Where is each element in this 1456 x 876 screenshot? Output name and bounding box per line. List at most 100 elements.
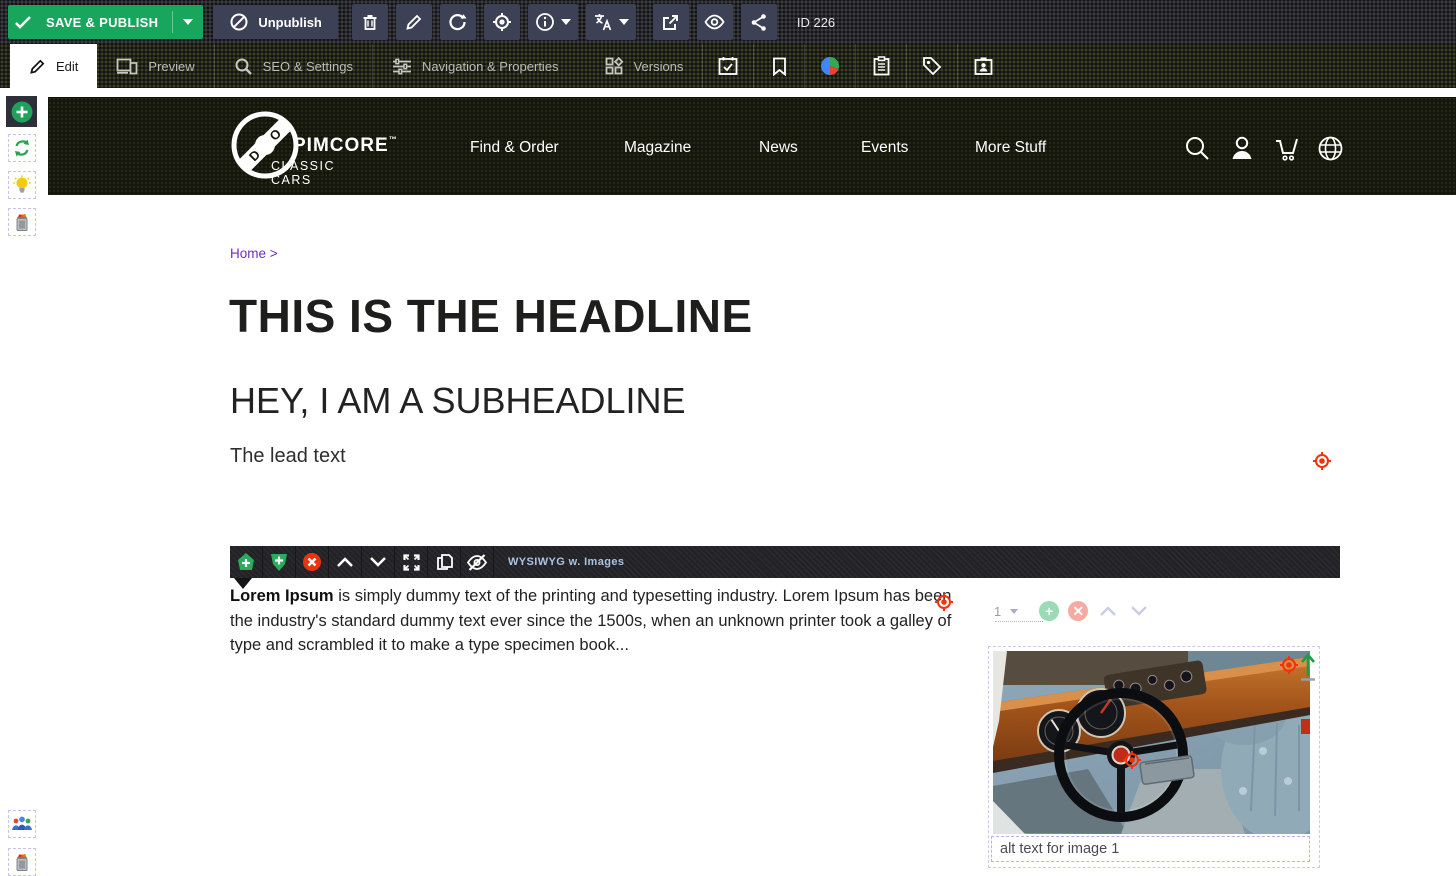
wysiwyg-paragraph[interactable]: Lorem Ipsum is simply dummy text of the … <box>230 584 957 658</box>
crosshair-icon[interactable] <box>1312 451 1332 471</box>
add-block-below-icon <box>269 552 289 572</box>
globe-icon <box>1317 135 1344 162</box>
rename-button[interactable] <box>396 4 432 40</box>
calendar-check-icon <box>718 56 738 76</box>
info-dropdown-button[interactable] <box>528 4 578 40</box>
open-in-new-button[interactable] <box>653 4 689 40</box>
copy-block-button[interactable] <box>428 546 461 578</box>
tab-edit-label: Edit <box>56 59 78 74</box>
logo-name: PIMCORE™ <box>293 135 398 157</box>
translate-dropdown-button[interactable] <box>586 4 636 40</box>
app-logger-button[interactable] <box>958 44 1008 88</box>
locate-in-tree-button[interactable] <box>484 4 520 40</box>
nav-events[interactable]: Events <box>861 139 908 157</box>
site-language-button[interactable] <box>1317 135 1344 167</box>
reload-button[interactable] <box>440 4 476 40</box>
users-icon <box>11 815 33 833</box>
notes-events-button[interactable] <box>856 44 906 88</box>
clipboard-icon <box>873 56 890 76</box>
preview-eye-button[interactable] <box>697 4 733 40</box>
remove-image-block-button[interactable]: ✕ <box>1068 601 1088 621</box>
unpublish-button[interactable]: Unpublish <box>213 5 338 39</box>
image-index-value[interactable]: 1 <box>994 604 1001 619</box>
caret-down-icon[interactable] <box>173 19 203 25</box>
hide-icon <box>466 553 488 572</box>
expand-editor-button[interactable] <box>395 546 428 578</box>
lightbulb-icon <box>12 175 32 195</box>
versions-grid-icon <box>605 57 624 76</box>
page-subheadline[interactable]: HEY, I AM A SUBHEADLINE <box>230 380 686 422</box>
eye-icon <box>704 14 725 30</box>
bookmark-button[interactable] <box>754 44 804 88</box>
upload-arrow-icon[interactable] <box>1299 652 1317 682</box>
lead-text[interactable]: The lead text <box>230 445 346 468</box>
caret-down-icon <box>561 19 571 25</box>
recycle-icon <box>12 138 32 158</box>
crosshair-icon[interactable] <box>1279 655 1299 675</box>
shared-users-button[interactable] <box>8 810 36 838</box>
site-logo[interactable]: DEMO PIMCORE™ CLASSIC CARS <box>231 103 371 188</box>
add-block-below-button[interactable] <box>263 546 296 578</box>
top-toolbar: SAVE & PUBLISH Unpublish <box>0 0 1456 44</box>
move-block-up-button[interactable] <box>329 546 362 578</box>
trash-icon <box>361 13 379 31</box>
nav-more-stuff[interactable]: More Stuff <box>975 139 1046 157</box>
expand-icon <box>402 553 421 572</box>
tab-navigation-label: Navigation & Properties <box>422 59 559 74</box>
site-cart-button[interactable] <box>1272 135 1300 167</box>
paragraph-text: is simply dummy text of the printing and… <box>230 587 951 654</box>
trash-full-icon <box>13 852 31 872</box>
move-image-down-button[interactable] <box>1128 604 1150 618</box>
site-search-button[interactable] <box>1184 135 1210 166</box>
delete-block-button[interactable] <box>296 546 329 578</box>
pencil-icon <box>405 13 423 31</box>
save-publish-button[interactable]: SAVE & PUBLISH <box>8 5 203 39</box>
tab-preview[interactable]: Preview <box>97 44 213 88</box>
tab-preview-label: Preview <box>148 59 194 74</box>
id-card-icon <box>974 57 993 76</box>
delete-block-icon <box>302 552 322 572</box>
tab-versions[interactable]: Versions <box>586 44 703 88</box>
nav-find-order[interactable]: Find & Order <box>470 139 559 157</box>
clear-content-button[interactable] <box>8 208 36 236</box>
hide-block-button[interactable] <box>461 546 494 578</box>
sliders-icon <box>392 58 412 75</box>
target-icon <box>492 12 512 32</box>
color-wheel-button[interactable] <box>805 44 855 88</box>
external-link-icon <box>661 13 680 32</box>
page-headline[interactable]: THIS IS THE HEADLINE <box>229 289 753 343</box>
info-icon <box>535 12 555 32</box>
tab-seo-settings[interactable]: SEO & Settings <box>215 44 372 88</box>
share-button[interactable] <box>741 4 777 40</box>
car-interior-image[interactable] <box>993 651 1310 834</box>
nav-magazine[interactable]: Magazine <box>624 139 691 157</box>
devices-icon <box>116 58 138 75</box>
wysiwyg-block-toolbar: WYSIWYG w. Images <box>230 546 1340 578</box>
add-image-block-button[interactable]: + <box>1039 601 1059 621</box>
add-block-button[interactable] <box>6 96 37 127</box>
nav-news[interactable]: News <box>759 139 798 157</box>
move-down-icon <box>368 555 388 569</box>
caret-down-icon[interactable] <box>1010 609 1018 614</box>
magnifier-icon <box>234 57 253 76</box>
wysiwyg-block-label: WYSIWYG w. Images <box>508 556 624 568</box>
image-alt-text-input[interactable]: alt text for image 1 <box>991 836 1310 862</box>
move-block-down-button[interactable] <box>362 546 395 578</box>
tab-edit[interactable]: Edit <box>10 44 97 88</box>
add-block-above-button[interactable] <box>230 546 263 578</box>
tag-icon <box>922 56 942 76</box>
breadcrumb-home-link[interactable]: Home <box>230 246 266 261</box>
move-image-up-button[interactable] <box>1097 604 1119 618</box>
crosshair-icon[interactable] <box>934 592 954 612</box>
replace-content-button[interactable] <box>8 134 36 162</box>
delete-button[interactable] <box>352 4 388 40</box>
schedule-button[interactable] <box>703 44 753 88</box>
tags-button[interactable] <box>907 44 957 88</box>
hint-button[interactable] <box>8 171 36 199</box>
delete-block-area-button[interactable] <box>8 848 36 876</box>
site-account-button[interactable] <box>1230 135 1254 166</box>
logo-tagline: CLASSIC CARS <box>271 159 371 187</box>
crosshair-icon[interactable] <box>1122 750 1142 770</box>
tab-navigation-properties[interactable]: Navigation & Properties <box>373 44 578 88</box>
user-icon <box>1230 135 1254 161</box>
